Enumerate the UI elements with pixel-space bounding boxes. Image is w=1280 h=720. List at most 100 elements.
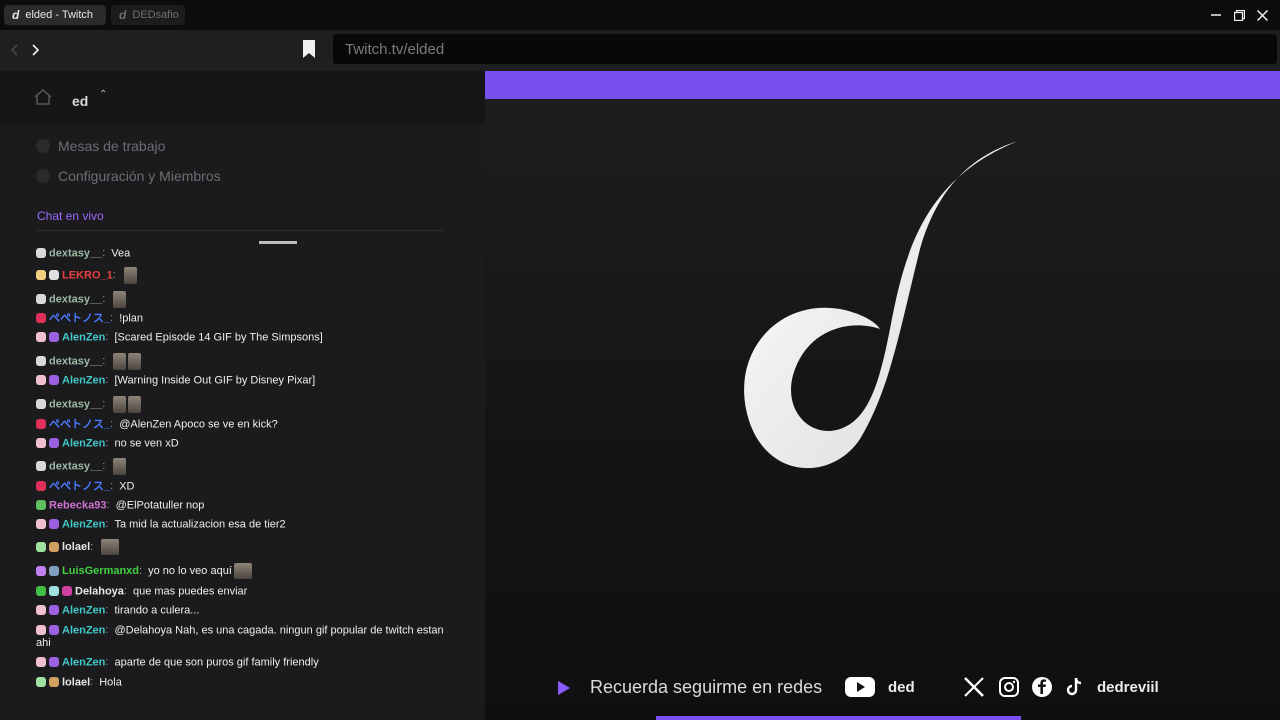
- chat-username[interactable]: lolael: [62, 676, 90, 688]
- minimize-button[interactable]: [1204, 0, 1228, 30]
- emote-image[interactable]: [113, 291, 127, 308]
- chat-badge-icon[interactable]: [36, 375, 46, 386]
- chat-badge-icon[interactable]: [49, 332, 59, 343]
- user-badges: [36, 518, 62, 531]
- url-field[interactable]: Twitch.tv/elded: [333, 34, 1277, 64]
- chat-badge-icon[interactable]: [36, 313, 46, 324]
- chat-separator: :: [123, 585, 127, 598]
- chat-message: LEKRO_1:: [36, 267, 446, 284]
- chat-badge-icon[interactable]: [36, 461, 46, 472]
- chat-username[interactable]: Rebecka93: [49, 499, 107, 511]
- chat-badge-icon[interactable]: [36, 356, 46, 367]
- chat-separator: :: [102, 247, 106, 260]
- chat-text: que mas puedes enviar: [132, 585, 248, 598]
- chat-badge-icon[interactable]: [36, 270, 46, 281]
- stream-video[interactable]: Recuerda seguirme en redes ded dedreviil: [485, 71, 1280, 720]
- chat-badge-icon[interactable]: [36, 438, 46, 449]
- chevron-left-icon: [10, 44, 18, 56]
- chat-text: tirando a culera...: [114, 604, 200, 617]
- chat-badge-icon[interactable]: [49, 438, 59, 449]
- chat-username[interactable]: AlenZen: [62, 518, 105, 530]
- bookmark-icon[interactable]: [302, 39, 316, 59]
- chat-separator: :: [105, 374, 109, 387]
- chat-message: AlenZen: no se ven xD: [36, 437, 446, 450]
- emote-image[interactable]: [128, 353, 142, 370]
- workspace-selector[interactable]: ed ⌃: [0, 71, 485, 124]
- chat-username[interactable]: dextasy__: [49, 247, 102, 259]
- chat-badge-icon[interactable]: [36, 605, 46, 616]
- forward-button[interactable]: [24, 38, 48, 62]
- chat-username[interactable]: dextasy__: [49, 460, 102, 472]
- chat-username[interactable]: ペペトノス_: [49, 480, 110, 492]
- menu-item-label: Mesas de trabajo: [58, 138, 166, 154]
- restore-button[interactable]: [1227, 0, 1251, 30]
- chat-username[interactable]: AlenZen: [62, 604, 105, 616]
- twitch-ded-icon: d: [12, 8, 20, 22]
- chat-username[interactable]: AlenZen: [62, 437, 105, 449]
- user-badges: [36, 437, 62, 450]
- chat-badge-icon[interactable]: [49, 625, 59, 636]
- back-button[interactable]: [2, 38, 26, 62]
- chat-badge-icon[interactable]: [49, 586, 59, 597]
- chat-badge-icon[interactable]: [62, 586, 72, 597]
- user-badges: [36, 331, 62, 344]
- youtube-icon: [845, 677, 875, 697]
- chat-badge-icon[interactable]: [49, 270, 59, 281]
- emote-image[interactable]: [128, 396, 142, 413]
- chat-badge-icon[interactable]: [49, 565, 59, 576]
- chat-badge-icon[interactable]: [36, 294, 46, 305]
- chat-username[interactable]: ペペトノス_: [49, 312, 110, 324]
- chat-badge-icon[interactable]: [36, 399, 46, 410]
- chat-username[interactable]: dextasy__: [49, 355, 102, 367]
- chat-badge-icon[interactable]: [49, 519, 59, 530]
- chat-badge-icon[interactable]: [36, 586, 46, 597]
- emote-image[interactable]: [123, 267, 137, 284]
- chat-badge-icon[interactable]: [36, 541, 46, 552]
- stream-top-bar: [485, 71, 1280, 99]
- chat-message: Delahoya: que mas puedes enviar: [36, 585, 446, 598]
- chat-username[interactable]: LEKRO_1: [62, 269, 113, 281]
- user-badges: [36, 565, 62, 578]
- chat-username[interactable]: dextasy__: [49, 398, 102, 410]
- chat-username[interactable]: dextasy__: [49, 293, 102, 305]
- emote-image[interactable]: [101, 539, 120, 555]
- tab-dedsafio[interactable]: d DEDsafio: [111, 5, 185, 25]
- chat-badge-icon[interactable]: [36, 519, 46, 530]
- chat-username[interactable]: LuisGermanxd: [62, 565, 139, 577]
- chat-badge-icon[interactable]: [36, 500, 46, 511]
- emote-image[interactable]: [113, 353, 127, 370]
- chat-badge-icon[interactable]: [36, 657, 46, 668]
- chat-username[interactable]: AlenZen: [62, 331, 105, 343]
- chat-badge-icon[interactable]: [49, 657, 59, 668]
- chat-badge-icon[interactable]: [36, 332, 46, 343]
- close-button[interactable]: [1250, 0, 1274, 30]
- chat-badge-icon[interactable]: [36, 419, 46, 430]
- emote-image[interactable]: [113, 396, 127, 413]
- chat-message: dextasy__:: [36, 291, 446, 308]
- user-badges: [36, 585, 75, 598]
- chat-username[interactable]: lolael: [62, 541, 90, 553]
- chat-username[interactable]: Delahoya: [75, 585, 124, 597]
- chat-badge-icon[interactable]: [36, 625, 46, 636]
- emote-image[interactable]: [233, 563, 252, 579]
- emote-image[interactable]: [113, 458, 127, 475]
- chat-badge-icon[interactable]: [49, 541, 59, 552]
- minimize-icon: [1211, 14, 1221, 16]
- tiktok-icon: [1066, 677, 1082, 696]
- chat-badge-icon[interactable]: [36, 677, 46, 688]
- menu-item-config[interactable]: Configuración y Miembros: [36, 168, 221, 184]
- chat-badge-icon[interactable]: [49, 375, 59, 386]
- chat-badge-icon[interactable]: [36, 248, 46, 259]
- chat-username[interactable]: AlenZen: [62, 624, 105, 636]
- chat-badge-icon[interactable]: [49, 677, 59, 688]
- chat-badge-icon[interactable]: [36, 481, 46, 492]
- tab-elded-twitch[interactable]: d elded - Twitch: [4, 5, 106, 25]
- chat-badge-icon[interactable]: [49, 605, 59, 616]
- chat-username[interactable]: AlenZen: [62, 656, 105, 668]
- menu-item-label: Configuración y Miembros: [58, 168, 221, 184]
- chat-text: aparte de que son puros gif family frien…: [114, 656, 319, 669]
- chat-username[interactable]: ペペトノス_: [49, 418, 110, 430]
- chat-username[interactable]: AlenZen: [62, 374, 105, 386]
- menu-item-mesas[interactable]: Mesas de trabajo: [36, 138, 165, 154]
- chat-badge-icon[interactable]: [36, 565, 46, 576]
